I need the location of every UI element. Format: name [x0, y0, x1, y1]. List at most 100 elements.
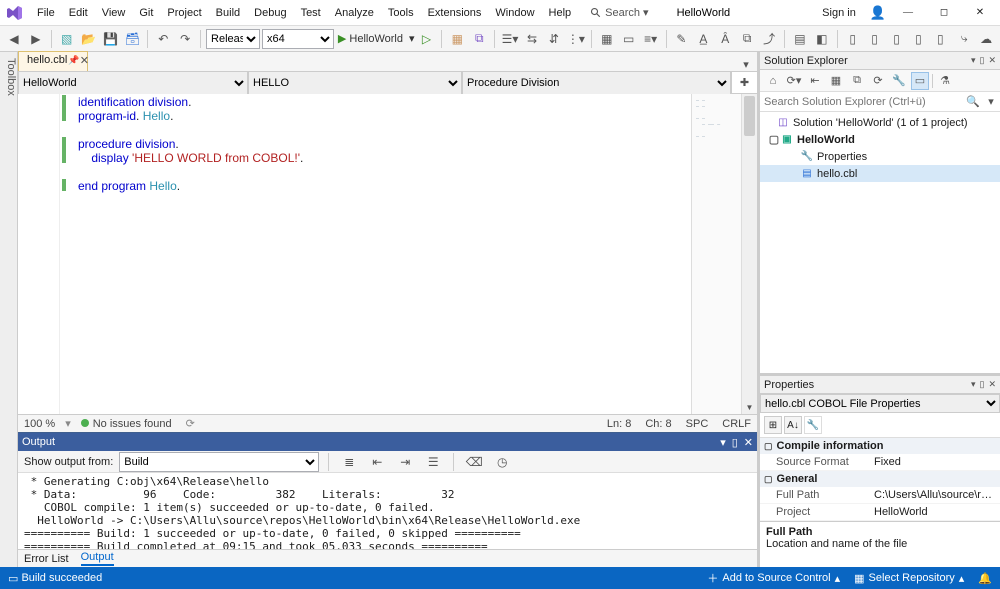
- menu-file[interactable]: File: [30, 3, 62, 23]
- code-body[interactable]: identification division. program-id. Hel…: [70, 94, 691, 414]
- split-editor-button[interactable]: ✚: [731, 72, 757, 93]
- se-options-icon[interactable]: ▾: [971, 55, 976, 66]
- tree-hello-file[interactable]: ▤ hello.cbl: [760, 165, 1000, 182]
- tree-properties[interactable]: 🔧 Properties: [760, 148, 1000, 165]
- se-search-go-icon[interactable]: 🔍: [964, 92, 982, 111]
- props-az-button[interactable]: A↓: [784, 416, 802, 434]
- out-btn-3[interactable]: ⇥: [394, 451, 416, 473]
- se-search-drop-icon[interactable]: ▾: [982, 92, 1000, 111]
- props-cat-button[interactable]: ⊞: [764, 416, 782, 434]
- panel-close-icon[interactable]: ✕: [744, 436, 753, 449]
- close-button[interactable]: ✕: [966, 7, 994, 18]
- tool-d[interactable]: ⇆: [522, 28, 542, 50]
- out-btn-clear[interactable]: ⌫: [463, 451, 485, 473]
- properties-title[interactable]: Properties ▾ ▯ ✕: [760, 376, 1000, 394]
- out-btn-2[interactable]: ⇤: [366, 451, 388, 473]
- tool-b[interactable]: ⧉: [469, 28, 489, 50]
- panel-options-icon[interactable]: ▾: [720, 436, 726, 449]
- tab-error-list[interactable]: Error List: [24, 553, 69, 565]
- tool-u[interactable]: ▯: [930, 28, 950, 50]
- tab-overflow-button[interactable]: ▾: [735, 58, 757, 71]
- tool-o[interactable]: ▤: [790, 28, 810, 50]
- se-refresh-icon[interactable]: ⟳: [869, 72, 887, 90]
- out-btn-1[interactable]: ≣: [338, 451, 360, 473]
- signin-button[interactable]: Sign in: [822, 7, 856, 19]
- prop-fullpath-v[interactable]: C:\Users\Allu\source\repos\HelloWorld\he…: [870, 487, 1000, 504]
- se-collapse-icon[interactable]: ⇤: [806, 72, 824, 90]
- cat-compile[interactable]: ▢Compile information: [760, 438, 1000, 454]
- tool-a[interactable]: ▦: [447, 28, 467, 50]
- tool-q[interactable]: ▯: [843, 28, 863, 50]
- tool-g[interactable]: ▦: [597, 28, 617, 50]
- menu-project[interactable]: Project: [160, 3, 208, 23]
- props-pages-button[interactable]: 🔧: [804, 416, 822, 434]
- notifications-icon[interactable]: 🔔: [978, 572, 992, 585]
- tool-j[interactable]: ✎: [671, 28, 691, 50]
- tool-c[interactable]: ☰▾: [500, 28, 520, 50]
- editor-scrollbar[interactable]: ▲ ▼: [741, 94, 757, 414]
- live-share-button[interactable]: ⤷: [954, 28, 974, 50]
- document-tab-hello[interactable]: hello.cbl 📌 ✕: [18, 51, 88, 71]
- close-tab-icon[interactable]: ✕: [77, 54, 91, 67]
- select-repository[interactable]: ▦Select Repository ▴: [854, 572, 964, 585]
- se-search-input[interactable]: [760, 92, 964, 111]
- props-subject-combo[interactable]: hello.cbl COBOL File Properties: [760, 394, 1000, 413]
- cat-general[interactable]: ▢General: [760, 471, 1000, 487]
- eol-mode[interactable]: CRLF: [722, 418, 751, 430]
- feedback-button[interactable]: ☁: [976, 28, 996, 50]
- tree-solution[interactable]: ◫ Solution 'HelloWorld' (1 of 1 project): [760, 114, 1000, 131]
- scroll-down-icon[interactable]: ▼: [742, 400, 757, 414]
- tool-n[interactable]: ⤴: [759, 28, 779, 50]
- tab-output[interactable]: Output: [81, 551, 114, 566]
- search-box[interactable]: Search ▾: [590, 6, 648, 19]
- add-source-control[interactable]: ＋Add to Source Control ▴: [707, 570, 840, 586]
- se-sync-icon[interactable]: ⟳▾: [785, 72, 803, 90]
- platform-combo[interactable]: x64: [262, 29, 334, 49]
- output-title-bar[interactable]: Output ▾ ▯ ✕: [18, 433, 757, 451]
- nav-fwd-button[interactable]: ▶: [26, 28, 46, 50]
- solution-explorer-title[interactable]: Solution Explorer ▾ ▯ ✕: [760, 52, 1000, 70]
- panel-pin-icon[interactable]: ▯: [732, 436, 738, 449]
- menu-git[interactable]: Git: [132, 3, 160, 23]
- se-home-icon[interactable]: ⌂: [764, 72, 782, 90]
- tool-t[interactable]: ▯: [908, 28, 928, 50]
- redo-button[interactable]: ↷: [175, 28, 195, 50]
- menu-help[interactable]: Help: [542, 3, 579, 23]
- tool-s[interactable]: ▯: [887, 28, 907, 50]
- menu-test[interactable]: Test: [294, 3, 328, 23]
- menu-analyze[interactable]: Analyze: [328, 3, 381, 23]
- space-mode[interactable]: SPC: [686, 418, 709, 430]
- tool-l[interactable]: Ȃ: [715, 28, 735, 50]
- solution-tree[interactable]: ◫ Solution 'HelloWorld' (1 of 1 project)…: [760, 112, 1000, 373]
- config-combo[interactable]: Release: [206, 29, 260, 49]
- minimap[interactable]: — — — — — — — —— — — —: [691, 94, 741, 414]
- se-props-icon[interactable]: 🔧: [890, 72, 908, 90]
- props-options-icon[interactable]: ▾: [971, 379, 976, 390]
- out-btn-time[interactable]: ◷: [491, 451, 513, 473]
- props-pin-icon[interactable]: ▯: [980, 379, 985, 390]
- menu-build[interactable]: Build: [209, 3, 247, 23]
- tool-f[interactable]: ⋮▾: [566, 28, 586, 50]
- tool-i[interactable]: ≡▾: [641, 28, 661, 50]
- code-editor[interactable]: identification division. program-id. Hel…: [18, 94, 757, 414]
- tool-e[interactable]: ⇵: [544, 28, 564, 50]
- scroll-thumb[interactable]: [744, 96, 755, 136]
- start-debug-button[interactable]: ▶ HelloWorld ▾: [338, 32, 415, 45]
- se-close-icon[interactable]: ✕: [988, 55, 996, 66]
- zoom-level[interactable]: 100 %: [24, 418, 55, 430]
- output-source-combo[interactable]: Build: [119, 452, 319, 472]
- se-showall-icon[interactable]: ▦: [827, 72, 845, 90]
- open-button[interactable]: 📂: [79, 28, 99, 50]
- menu-extensions[interactable]: Extensions: [421, 3, 489, 23]
- save-button[interactable]: 💾: [101, 28, 121, 50]
- prop-source-format-v[interactable]: Fixed: [870, 454, 1000, 471]
- nav-project-combo[interactable]: HelloWorld: [18, 72, 248, 94]
- menu-view[interactable]: View: [95, 3, 133, 23]
- se-filter-icon[interactable]: ⚗: [936, 72, 954, 90]
- toolbox-panel[interactable]: Toolbox: [0, 52, 18, 567]
- start-without-debug-button[interactable]: ▷: [417, 28, 437, 50]
- maximize-button[interactable]: ◻: [930, 7, 958, 18]
- props-close-icon[interactable]: ✕: [988, 379, 996, 390]
- minimize-button[interactable]: —: [894, 7, 922, 18]
- se-copy-icon[interactable]: ⧉: [848, 72, 866, 90]
